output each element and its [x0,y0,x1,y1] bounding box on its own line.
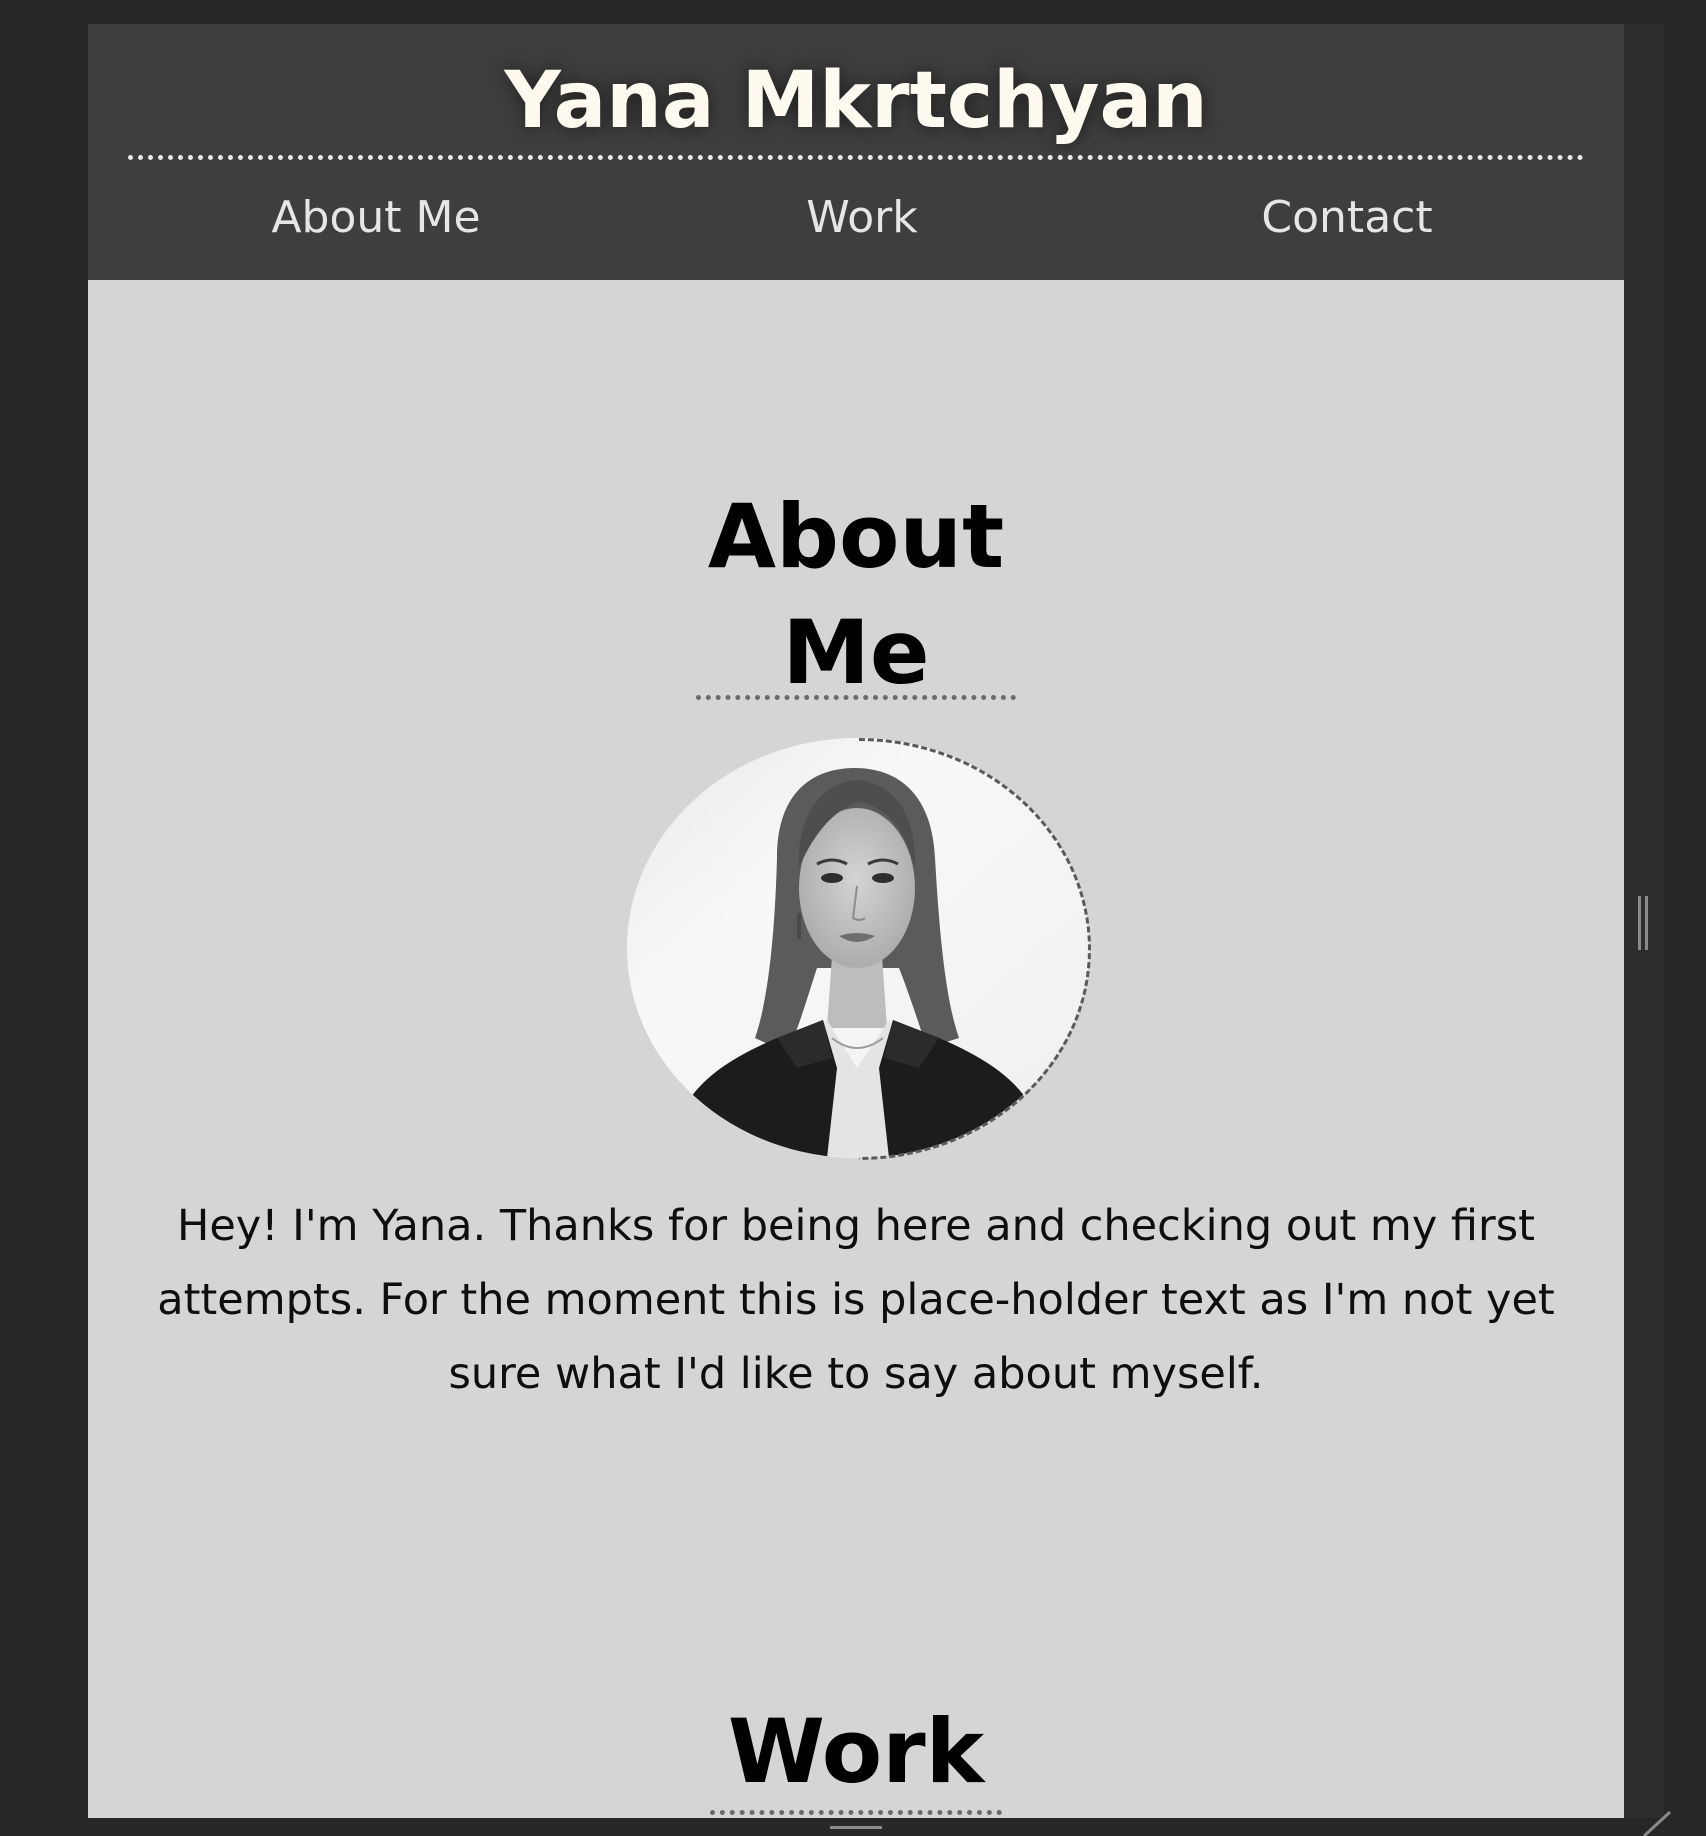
site-title: Yana Mkrtchyan [504,56,1208,146]
about-heading-line1: About [707,485,1005,588]
about-description: Hey! I'm Yana. Thanks for being here and… [157,1201,1555,1399]
site-header: Yana Mkrtchyan About Me Work Contact [88,24,1624,280]
profile-photo-illustration [627,738,1089,1158]
work-heading: Work [727,1700,985,1803]
nav-link-work[interactable]: Work [806,196,917,240]
about-heading-line2: Me [782,601,930,704]
profile-photo [627,738,1089,1158]
scrollbar-handle-icon[interactable] [1638,896,1648,950]
about-heading-underline [696,695,1016,700]
about-heading: About Me [88,479,1624,711]
title-divider [128,155,1584,160]
nav-link-about-me[interactable]: About Me [271,196,480,240]
browser-viewport: Yana Mkrtchyan About Me Work Contact Abo… [88,24,1624,1818]
resize-grip-icon[interactable] [1640,1810,1680,1836]
bottom-edge-handle [830,1826,882,1836]
work-heading-underline [710,1810,1002,1815]
main-nav: About Me Work Contact [88,196,1624,256]
nav-link-contact[interactable]: Contact [1261,196,1432,240]
